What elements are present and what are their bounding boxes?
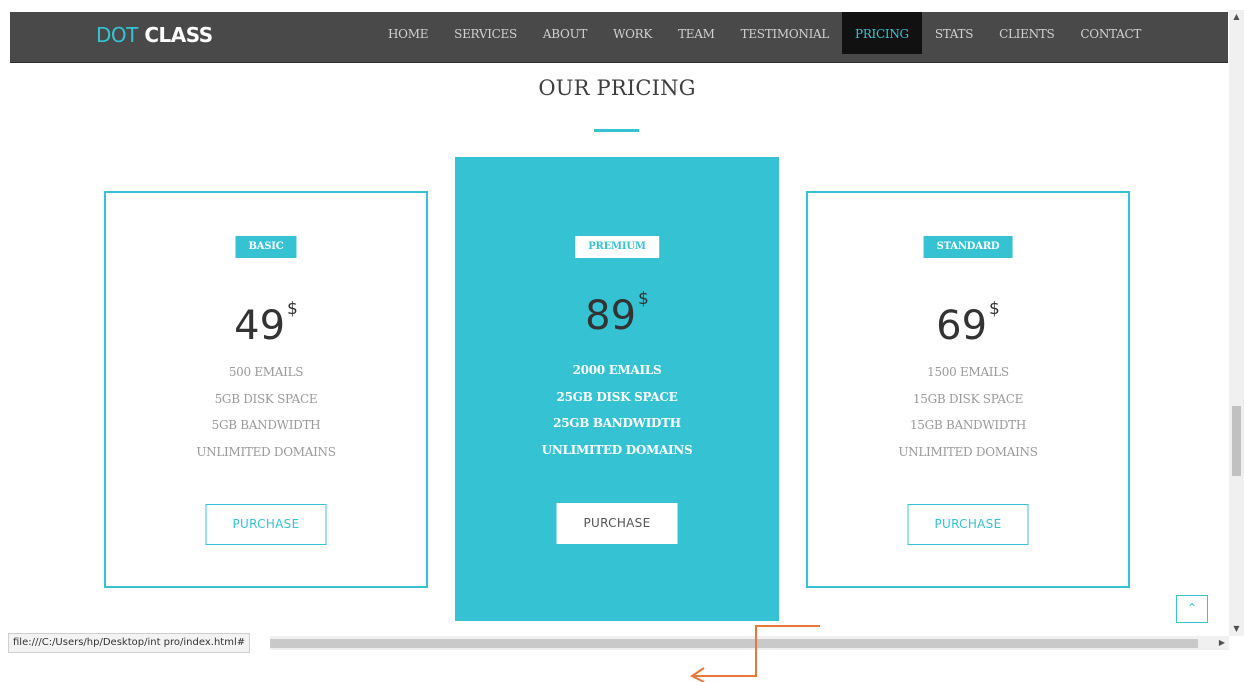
plan-badge: STANDARD [923,236,1013,258]
feature-item: UNLIMITED DOMAINS [196,444,336,459]
chevron-up-icon: ⌃ [1186,601,1198,615]
feature-item: 5GB DISK SPACE [214,391,318,406]
scroll-right-arrow-icon[interactable]: ▶ [1219,636,1225,650]
feature-item: 5GB BANDWIDTH [211,418,321,432]
feature-item: UNLIMITED DOMAINS [541,442,693,457]
nav-services[interactable]: SERVICES [441,12,530,54]
navbar: DOT CLASS HOME SERVICES ABOUT WORK TEAM … [10,12,1228,63]
currency-symbol: $ [989,299,1000,319]
feature-item: 500 EMAILS [228,365,304,379]
purchase-button-basic[interactable]: PURCHASE [205,504,327,545]
back-to-top-button[interactable]: ⌃ [1176,595,1208,623]
plan-price: 89 $ [455,289,779,339]
title-underline [594,129,639,132]
nav-pricing[interactable]: PRICING [842,12,922,54]
scroll-up-arrow-icon[interactable]: ▲ [1229,10,1244,24]
nav-stats[interactable]: STATS [922,12,986,54]
feature-item: 25GB BANDWIDTH [553,416,681,430]
section-title: OUR PRICING [538,76,696,100]
brand-part2: CLASS [144,23,213,47]
pricing-card-premium: PREMIUM 89 $ 2000 EMAILS 25GB DISK SPACE … [455,157,779,621]
status-bar-url: file:///C:/Users/hp/Desktop/int pro/inde… [8,633,251,653]
plan-badge: PREMIUM [575,236,659,258]
nav-clients[interactable]: CLIENTS [986,12,1067,54]
pricing-card-standard: STANDARD 69 $ 1500 EMAILS 15GB DISK SPACE… [806,191,1130,588]
vertical-scrollbar[interactable]: ▲ ▼ [1229,10,1244,636]
nav-home[interactable]: HOME [375,12,441,54]
currency-symbol: $ [638,289,649,309]
price-value: 89 [585,293,637,339]
scroll-down-arrow-icon[interactable]: ▼ [1229,622,1244,636]
main-nav: HOME SERVICES ABOUT WORK TEAM TESTIMONIA… [375,12,1154,62]
arrow-left-icon [690,625,820,682]
feature-item: 15GB DISK SPACE [912,391,1024,406]
brand-part1: DOT [96,23,138,47]
pricing-card-basic: BASIC 49 $ 500 EMAILS 5GB DISK SPACE 5GB … [104,191,428,588]
purchase-button-premium[interactable]: PURCHASE [556,503,678,544]
plan-badge: BASIC [235,236,297,258]
price-value: 69 [936,303,988,349]
currency-symbol: $ [287,299,298,319]
feature-item: 25GB DISK SPACE [556,389,678,404]
scrollbar-thumb[interactable] [1232,406,1241,476]
feature-list: 500 EMAILS 5GB DISK SPACE 5GB BANDWIDTH … [106,359,426,465]
feature-item: 2000 EMAILS [572,363,662,377]
nav-testimonial[interactable]: TESTIMONIAL [728,12,842,54]
plan-price: 69 $ [808,299,1128,349]
nav-contact[interactable]: CONTACT [1067,12,1154,54]
feature-item: UNLIMITED DOMAINS [898,444,1038,459]
feature-item: 1500 EMAILS [927,365,1009,379]
feature-list: 2000 EMAILS 25GB DISK SPACE 25GB BANDWID… [455,357,779,463]
feature-item: 15GB BANDWIDTH [909,418,1027,432]
plan-price: 49 $ [106,299,426,349]
feature-list: 1500 EMAILS 15GB DISK SPACE 15GB BANDWID… [808,359,1128,465]
price-value: 49 [234,303,286,349]
nav-about[interactable]: ABOUT [530,12,600,54]
nav-work[interactable]: WORK [600,12,665,54]
nav-team[interactable]: TEAM [665,12,728,54]
purchase-button-standard[interactable]: PURCHASE [907,504,1029,545]
brand-logo[interactable]: DOT CLASS [96,12,213,62]
